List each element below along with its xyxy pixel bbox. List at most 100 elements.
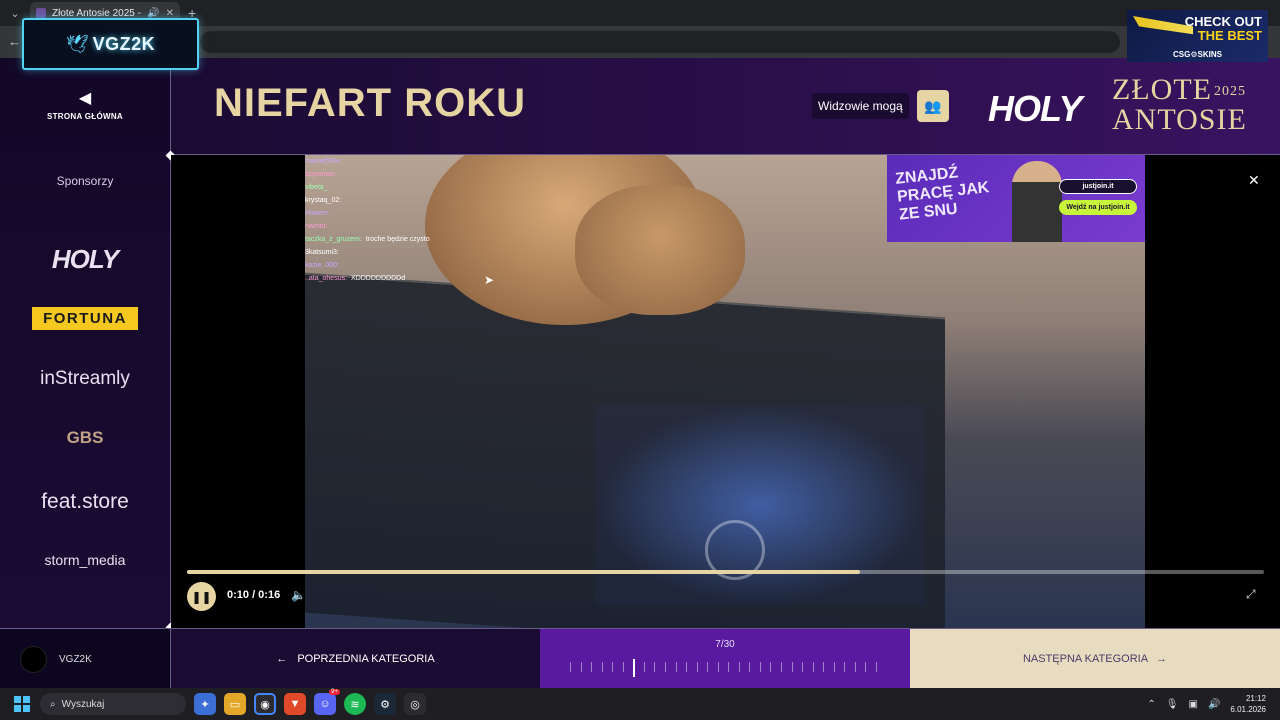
category-tick[interactable] [643, 662, 645, 672]
category-tick[interactable] [570, 662, 571, 672]
category-ticks[interactable] [570, 659, 880, 677]
category-tick[interactable] [738, 662, 740, 672]
windows-start-icon[interactable] [14, 696, 30, 712]
mouse-cursor-icon: ➤ [484, 273, 495, 287]
category-tick[interactable] [654, 662, 656, 672]
chat-username: vibeta_ [305, 184, 328, 191]
user-profile[interactable]: VGZ2K [0, 629, 171, 689]
sponsor-fortuna[interactable]: FORTUNA [0, 307, 170, 330]
sponsor-holy[interactable]: HOLY [0, 244, 170, 275]
footer: VGZ2K ← POPRZEDNIA KATEGORIA 7/30 NASTĘP… [0, 628, 1280, 689]
chrome-icon[interactable]: ◉ [254, 693, 276, 715]
category-tick[interactable] [717, 662, 719, 672]
category-tick-current[interactable] [633, 659, 636, 677]
header: NIEFART ROKU Widzowie mogą 👥 HOLY ZŁOTE 2… [0, 58, 1280, 155]
chat-message: ..ata_ohesus: XDDDDDDDDDd [305, 272, 505, 285]
system-tray: ⌃ 🎙 ▣ 🔊 21:12 6.01.2026 [1147, 688, 1266, 720]
category-tick[interactable] [707, 662, 709, 672]
volume-icon[interactable]: 🔊 [1208, 699, 1220, 710]
pause-button[interactable]: ❚❚ [187, 582, 216, 611]
discord-icon[interactable]: ☺ 9+ [314, 689, 340, 715]
category-tick[interactable] [622, 662, 624, 672]
category-tick[interactable] [876, 662, 877, 672]
taskbar-search[interactable]: ⌕ Wyszukaj [40, 693, 186, 715]
category-tick[interactable] [675, 662, 677, 672]
chat-username: 3katsumi3: [305, 249, 339, 256]
clock-time: 21:12 [1245, 694, 1266, 703]
sponsor-instreamly[interactable]: inStreamly [0, 368, 170, 390]
copilot-icon[interactable]: ✦ [194, 693, 216, 715]
category-tick[interactable] [865, 662, 867, 672]
prev-category-button[interactable]: ← POPRZEDNIA KATEGORIA [171, 629, 540, 689]
chat-username: nwmni: [305, 223, 328, 230]
arrow-right-icon: → [1156, 653, 1168, 665]
chat-message: szymmon [305, 168, 505, 181]
fullscreen-icon[interactable]: ⤢ [1246, 587, 1256, 602]
microphone-icon[interactable]: 🎙 [1166, 699, 1179, 710]
steam-icon[interactable]: ⚙ [374, 693, 396, 715]
display-icon[interactable]: ▣ [1189, 699, 1198, 710]
category-title: NIEFART ROKU [214, 81, 526, 125]
bird-icon: 🕊 [65, 33, 89, 54]
obs-icon[interactable]: ◎ [404, 693, 426, 715]
chat-message: Howert: [305, 207, 505, 220]
arrow-left-icon: ◀ [78, 90, 92, 107]
sponsor-feat-store[interactable]: feat.store [0, 490, 170, 514]
ad-link[interactable]: justjoin.it [1059, 179, 1137, 194]
category-tick[interactable] [802, 662, 804, 672]
discord-badge: 9+ [329, 689, 340, 695]
category-tick[interactable] [791, 662, 793, 672]
user-name: VGZ2K [59, 653, 92, 665]
cat-head [575, 185, 745, 315]
category-tick[interactable] [781, 662, 783, 672]
viewers-label: Widzowie mogą [812, 93, 909, 119]
category-tick[interactable] [612, 662, 614, 672]
search-icon: ⌕ [50, 698, 56, 710]
clock[interactable]: 21:12 6.01.2026 [1230, 693, 1266, 715]
url-field[interactable] [200, 31, 1120, 53]
viewers-widget: Widzowie mogą 👥 [812, 90, 949, 122]
brave-icon[interactable]: ▼ [284, 693, 306, 715]
file-explorer-icon[interactable]: ▭ [224, 693, 246, 715]
chat-username: krystaq_02: [305, 197, 342, 204]
category-tick[interactable] [833, 662, 835, 672]
category-tick[interactable] [664, 662, 666, 672]
category-tick[interactable] [844, 662, 846, 672]
volume-icon[interactable]: 🔈 [291, 588, 306, 602]
sponsor-storm-media[interactable]: storm_media [0, 552, 170, 568]
chevron-up-icon[interactable]: ⌃ [1147, 699, 1155, 710]
category-tick[interactable] [812, 662, 814, 672]
category-tick[interactable] [728, 662, 730, 672]
progress-bar[interactable] [187, 570, 1264, 574]
category-tick[interactable] [823, 662, 825, 672]
category-tick[interactable] [601, 662, 603, 672]
next-category-button[interactable]: NASTĘPNA KATEGORIA → [910, 629, 1280, 689]
category-tick[interactable] [759, 662, 761, 672]
close-tab-icon[interactable]: ✕ [166, 8, 174, 19]
event-title-line1: ZŁOTE [1112, 73, 1212, 106]
category-tick[interactable] [591, 662, 593, 672]
home-link[interactable]: ◀ STRONA GŁÓWNA [0, 88, 170, 121]
spotify-icon[interactable]: ≋ [344, 693, 366, 715]
channel-logo-text: VGZ2K [92, 33, 156, 54]
justjoin-ad[interactable]: ZNAJDŹ PRACĘ JAK ZE SNU justjoin.it Wejd… [887, 155, 1145, 242]
category-tick[interactable] [749, 662, 751, 672]
holy-logo: HOLY [988, 88, 1082, 129]
close-icon[interactable]: ✕ [1248, 172, 1260, 189]
back-button[interactable]: ← [8, 34, 21, 49]
category-tick[interactable] [770, 662, 772, 672]
video-player[interactable]: maciej555x: szymmon vibeta_ krystaq_02: Howe… [171, 155, 1280, 628]
category-tick[interactable] [686, 662, 688, 672]
category-tick[interactable] [854, 662, 856, 672]
chat-message: kozie..000: [305, 259, 505, 272]
time-display: 0:10 / 0:16 [227, 589, 281, 601]
chat-text: XDDDDDDDDDd [351, 275, 406, 282]
chat-message: maciej555x: [305, 155, 505, 168]
sponsor-gbs[interactable]: GBS [0, 428, 170, 448]
audio-icon[interactable]: 🔊 [147, 8, 159, 19]
category-tick[interactable] [696, 662, 698, 672]
avatar [20, 645, 47, 673]
category-tick[interactable] [580, 662, 582, 672]
users-icon[interactable]: 👥 [916, 90, 949, 122]
ad-cta-button[interactable]: Wejdź na justjoin.it [1059, 200, 1137, 215]
